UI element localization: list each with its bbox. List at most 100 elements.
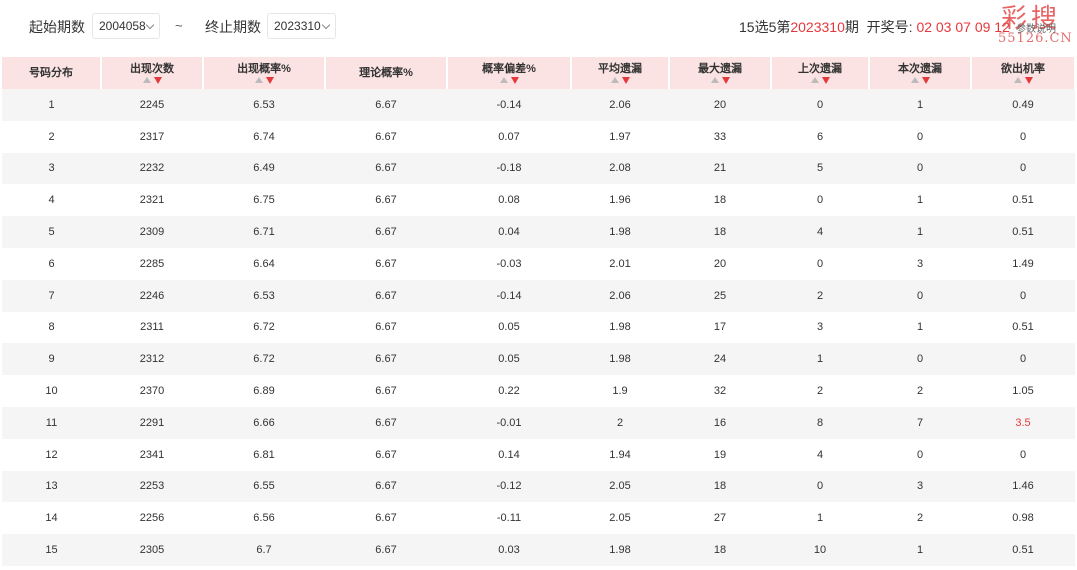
sort-toggle[interactable] <box>972 77 1074 84</box>
cell-last-miss: 0 <box>771 184 869 217</box>
chevron-down-icon <box>145 20 155 30</box>
cell-number: 12 <box>2 438 101 471</box>
column-header-label: 概率偏差% <box>482 63 536 75</box>
sort-desc-icon[interactable] <box>153 77 162 84</box>
cell-current-miss: 0 <box>869 438 971 471</box>
sort-asc-icon[interactable] <box>910 77 919 83</box>
cell-avg-miss: 2.08 <box>571 152 669 185</box>
table-row: 3 2232 6.49 6.67 -0.18 2.08 21 5 0 0 <box>2 152 1075 185</box>
column-header-avg-miss[interactable]: 平均遗漏 <box>571 57 670 89</box>
cell-last-miss: 0 <box>771 247 869 280</box>
cell-appear-chance: 0.51 <box>971 534 1075 566</box>
cell-rate-deviation: 0.05 <box>447 311 571 344</box>
cell-rate-deviation: 0.14 <box>447 438 571 471</box>
sort-asc-icon[interactable] <box>1013 77 1022 83</box>
cell-theory-rate: 6.67 <box>325 184 447 217</box>
cell-count: 2311 <box>101 311 203 344</box>
cell-occur-rate: 6.66 <box>203 406 325 439</box>
column-header-max-miss[interactable]: 最大遗漏 <box>669 57 772 89</box>
cell-current-miss: 1 <box>869 534 971 566</box>
column-header-appear-chance[interactable]: 欲出机率 <box>971 57 1076 89</box>
cell-max-miss: 18 <box>669 470 771 503</box>
cell-occur-rate: 6.81 <box>203 438 325 471</box>
cell-occur-rate: 6.72 <box>203 311 325 344</box>
cell-theory-rate: 6.67 <box>325 216 447 248</box>
cell-occur-rate: 6.64 <box>203 247 325 280</box>
column-header-label: 本次遗漏 <box>898 63 942 75</box>
end-issue-select[interactable]: 2023310 <box>267 13 336 39</box>
cell-last-miss: 5 <box>771 152 869 185</box>
start-issue-value: 2004058 <box>99 19 146 33</box>
cell-current-miss: 1 <box>869 311 971 344</box>
column-header-count[interactable]: 出现次数 <box>101 57 204 89</box>
sort-toggle[interactable] <box>448 77 570 84</box>
cell-theory-rate: 6.67 <box>325 438 447 471</box>
sort-toggle[interactable] <box>772 77 868 84</box>
cell-occur-rate: 6.72 <box>203 343 325 376</box>
cell-theory-rate: 6.67 <box>325 343 447 376</box>
draw-prefix: 15选5第 <box>739 19 791 35</box>
sort-toggle[interactable] <box>102 77 202 84</box>
cell-last-miss: 0 <box>771 89 869 121</box>
sort-desc-icon[interactable] <box>510 77 519 84</box>
column-header-label: 最大遗漏 <box>698 63 742 75</box>
cell-number: 14 <box>2 502 101 535</box>
sort-asc-icon[interactable] <box>710 77 719 83</box>
cell-occur-rate: 6.56 <box>203 502 325 535</box>
filter-bar: 起始期数 2004058 ~ 终止期数 2023310 15选5第2023310… <box>0 0 1077 52</box>
sort-desc-icon[interactable] <box>621 77 630 84</box>
cell-current-miss: 3 <box>869 247 971 280</box>
cell-last-miss: 3 <box>771 311 869 344</box>
cell-theory-rate: 6.67 <box>325 375 447 407</box>
sort-toggle[interactable] <box>204 77 324 84</box>
cell-theory-rate: 6.67 <box>325 120 447 153</box>
cell-rate-deviation: 0.07 <box>447 120 571 153</box>
cell-rate-deviation: 0.05 <box>447 343 571 376</box>
cell-theory-rate: 6.67 <box>325 279 447 312</box>
sort-asc-icon[interactable] <box>810 77 819 83</box>
sort-asc-icon[interactable] <box>610 77 619 83</box>
cell-occur-rate: 6.89 <box>203 375 325 407</box>
cell-theory-rate: 6.67 <box>325 247 447 280</box>
column-header-label: 理论概率% <box>359 67 413 79</box>
parameter-help-link[interactable]: 参数说明 <box>1016 20 1056 35</box>
cell-rate-deviation: -0.14 <box>447 279 571 312</box>
cell-appear-chance: 0 <box>971 279 1075 312</box>
cell-avg-miss: 1.98 <box>571 534 669 566</box>
cell-number: 9 <box>2 343 101 376</box>
cell-number: 7 <box>2 279 101 312</box>
cell-max-miss: 24 <box>669 343 771 376</box>
column-header-label: 号码分布 <box>29 67 73 79</box>
sort-asc-icon[interactable] <box>254 77 263 83</box>
cell-count: 2285 <box>101 247 203 280</box>
cell-number: 15 <box>2 534 101 566</box>
table-row: 5 2309 6.71 6.67 0.04 1.98 18 4 1 0.51 <box>2 216 1075 248</box>
sort-desc-icon[interactable] <box>265 77 274 84</box>
column-header-last-miss[interactable]: 上次遗漏 <box>771 57 870 89</box>
start-issue-select[interactable]: 2004058 <box>92 13 160 39</box>
sort-toggle[interactable] <box>572 77 668 84</box>
cell-last-miss: 2 <box>771 375 869 407</box>
cell-theory-rate: 6.67 <box>325 311 447 344</box>
sort-asc-icon[interactable] <box>499 77 508 83</box>
column-header-rate-deviation[interactable]: 概率偏差% <box>447 57 572 89</box>
sort-desc-icon[interactable] <box>821 77 830 84</box>
sort-desc-icon[interactable] <box>921 77 930 84</box>
cell-occur-rate: 6.53 <box>203 89 325 121</box>
table-row: 12 2341 6.81 6.67 0.14 1.94 19 4 0 0 <box>2 438 1075 471</box>
draw-info: 15选5第2023310期 开奖号: 02 03 07 09 12 <box>739 17 1010 37</box>
sort-desc-icon[interactable] <box>1024 77 1033 84</box>
cell-appear-chance: 0 <box>971 120 1075 153</box>
cell-max-miss: 25 <box>669 279 771 312</box>
cell-avg-miss: 2.01 <box>571 247 669 280</box>
cell-number: 8 <box>2 311 101 344</box>
sort-toggle[interactable] <box>670 77 770 84</box>
sort-asc-icon[interactable] <box>142 77 151 83</box>
cell-last-miss: 0 <box>771 470 869 503</box>
sort-desc-icon[interactable] <box>721 77 730 84</box>
cell-number: 3 <box>2 152 101 185</box>
cell-last-miss: 4 <box>771 438 869 471</box>
column-header-occur-rate[interactable]: 出现概率% <box>203 57 326 89</box>
sort-toggle[interactable] <box>870 77 970 84</box>
column-header-current-miss[interactable]: 本次遗漏 <box>869 57 972 89</box>
